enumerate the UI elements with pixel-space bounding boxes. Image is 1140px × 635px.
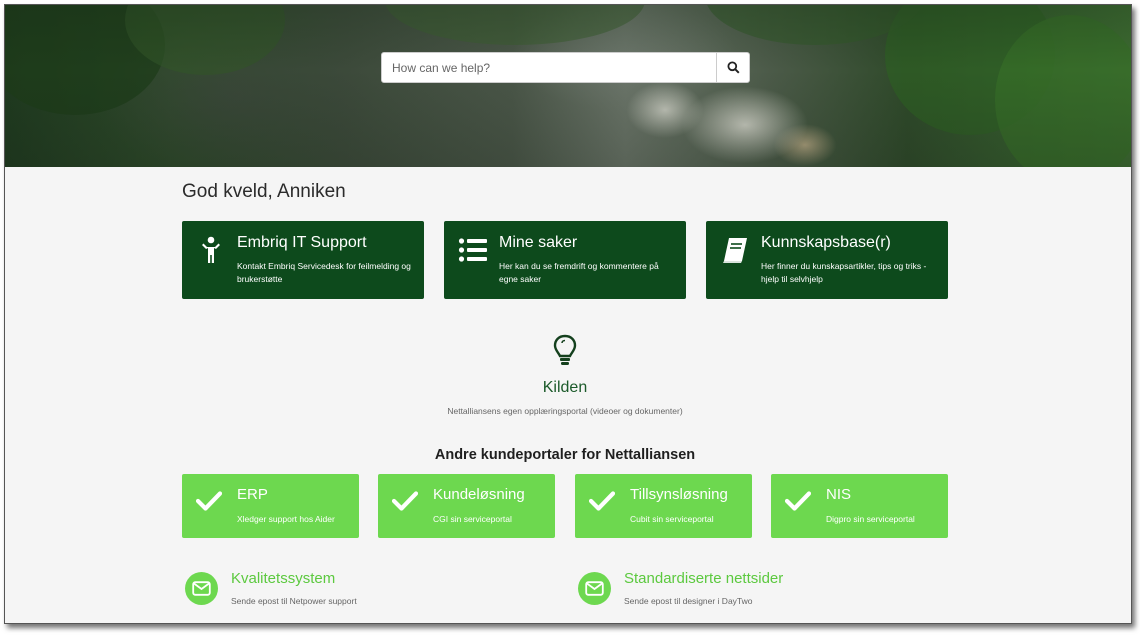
tile-title: Kunnskapsbase(r) xyxy=(761,234,891,251)
kilden-description: Nettalliansens egen opplæringsportal (vi… xyxy=(447,406,683,416)
tile-title: Kundeløsning xyxy=(433,486,525,503)
search-button[interactable] xyxy=(716,53,749,82)
tile-description: Her kan du se fremdrift og kommentere på… xyxy=(499,261,659,284)
tile-nis[interactable]: NIS Digpro sin serviceportal xyxy=(771,474,948,538)
tile-kundelosning[interactable]: Kundeløsning CGI sin serviceportal xyxy=(378,474,555,538)
tile-erp[interactable]: ERP Xledger support hos Aider xyxy=(182,474,359,538)
check-icon xyxy=(785,491,811,511)
mail-link-description: Sende epost til Netpower support xyxy=(231,596,357,606)
mail-link-description: Sende epost til designer i DayTwo xyxy=(624,596,753,606)
tile-title: Mine saker xyxy=(499,234,578,251)
tile-tillsynslosning[interactable]: Tillsynsløsning Cubit sin serviceportal xyxy=(575,474,752,538)
tile-description: Digpro sin serviceportal xyxy=(826,514,915,524)
portal-window: God kveld, Anniken Embriq IT Support Kon… xyxy=(4,4,1132,624)
tile-description: Her finner du kunskapsartikler, tips og … xyxy=(761,261,927,284)
book-icon xyxy=(723,238,747,263)
envelope-icon xyxy=(192,581,211,596)
lightbulb-icon[interactable] xyxy=(553,334,577,368)
other-portals-heading: Andre kundeportaler for Nettalliansen xyxy=(434,447,696,463)
greeting-heading: God kveld, Anniken xyxy=(182,181,346,202)
search-icon xyxy=(727,61,740,74)
tile-title: Tillsynsløsning xyxy=(630,486,728,503)
envelope-icon xyxy=(585,581,604,596)
check-icon xyxy=(196,491,222,511)
search-input[interactable] xyxy=(382,53,716,82)
check-icon xyxy=(589,491,615,511)
check-icon xyxy=(392,491,418,511)
list-icon xyxy=(458,238,487,262)
tile-title: NIS xyxy=(826,486,852,503)
mail-link-title[interactable]: Kvalitetssystem xyxy=(231,570,335,587)
tile-embriq-it-support[interactable]: Embriq IT Support Kontakt Embriq Service… xyxy=(182,221,424,299)
kilden-link[interactable]: Kilden xyxy=(495,379,635,397)
tile-title: ERP xyxy=(237,486,268,503)
search-bar xyxy=(381,52,750,83)
tile-title: Embriq IT Support xyxy=(237,234,367,251)
mail-icon-badge xyxy=(578,572,611,605)
mail-icon-badge xyxy=(185,572,218,605)
tile-description: Cubit sin serviceportal xyxy=(630,514,714,524)
tile-kunnskapsbase[interactable]: Kunnskapsbase(r) Her finner du kunskapsa… xyxy=(706,221,948,299)
tile-description: CGI sin serviceportal xyxy=(433,514,512,524)
mail-link-title[interactable]: Standardiserte nettsider xyxy=(624,570,783,587)
tile-description: Kontakt Embriq Servicedesk for feilmeldi… xyxy=(237,261,411,284)
tile-description: Xledger support hos Aider xyxy=(237,514,335,524)
hero-banner xyxy=(5,5,1131,167)
tile-mine-saker[interactable]: Mine saker Her kan du se fremdrift og ko… xyxy=(444,221,686,299)
person-icon xyxy=(202,236,220,263)
